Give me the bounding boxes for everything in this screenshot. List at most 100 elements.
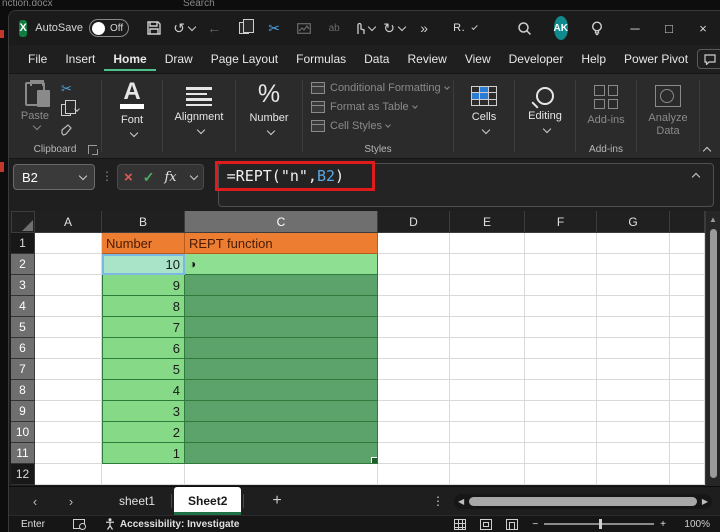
- cell-D11[interactable]: [378, 443, 450, 464]
- chevron-down-icon[interactable]: [471, 24, 478, 31]
- cell-B3[interactable]: 9: [102, 275, 185, 296]
- cell-G2[interactable]: [597, 254, 670, 275]
- cell-B10[interactable]: 2: [102, 422, 185, 443]
- cut-button[interactable]: ✂: [262, 16, 286, 40]
- cell-E2[interactable]: [450, 254, 525, 275]
- zoom-out-button[interactable]: −: [532, 519, 538, 530]
- cell-A2[interactable]: [35, 254, 102, 275]
- zoom-slider[interactable]: [544, 523, 654, 525]
- comments-button[interactable]: [697, 49, 720, 69]
- enter-icon[interactable]: ✓: [143, 169, 155, 186]
- cell-E10[interactable]: [450, 422, 525, 443]
- cell-D9[interactable]: [378, 401, 450, 422]
- sheet-tab-sheet2[interactable]: Sheet2: [174, 487, 241, 515]
- touch-mode-button[interactable]: [352, 16, 376, 40]
- tab-help[interactable]: Help: [572, 47, 615, 71]
- sheet-menu-dots[interactable]: ⋮: [432, 494, 444, 508]
- tab-page-layout[interactable]: Page Layout: [202, 47, 287, 71]
- row-header-5[interactable]: 5: [11, 317, 35, 338]
- cell-E8[interactable]: [450, 380, 525, 401]
- horizontal-scroll-thumb[interactable]: [469, 497, 697, 506]
- cell-D2[interactable]: [378, 254, 450, 275]
- cell-B12[interactable]: [102, 464, 185, 485]
- macro-record-icon[interactable]: [73, 519, 85, 529]
- cell-G12[interactable]: [597, 464, 670, 485]
- collapse-ribbon-icon[interactable]: [703, 147, 711, 155]
- cell-D5[interactable]: [378, 317, 450, 338]
- cell-B2[interactable]: 10: [102, 254, 185, 275]
- cell-G11[interactable]: [597, 443, 670, 464]
- cell-A12[interactable]: [35, 464, 102, 485]
- cell-G8[interactable]: [597, 380, 670, 401]
- tab-home[interactable]: Home: [104, 47, 155, 71]
- cell-C9[interactable]: [185, 401, 378, 422]
- cell-G5[interactable]: [597, 317, 670, 338]
- cell-F7[interactable]: [525, 359, 597, 380]
- undo-button[interactable]: ↺: [172, 16, 196, 40]
- minimize-button[interactable]: ─: [618, 13, 652, 43]
- autosave-toggle[interactable]: Off: [89, 19, 129, 37]
- font-button[interactable]: A Font: [106, 78, 158, 138]
- cell-G6[interactable]: [597, 338, 670, 359]
- cell-A5[interactable]: [35, 317, 102, 338]
- cell-G4[interactable]: [597, 296, 670, 317]
- document-title[interactable]: RE...: [453, 22, 465, 34]
- cell-D4[interactable]: [378, 296, 450, 317]
- zoom-in-button[interactable]: +: [660, 519, 666, 530]
- row-header-1[interactable]: 1: [11, 233, 35, 254]
- cell-F1[interactable]: [525, 233, 597, 254]
- alignment-button[interactable]: Alignment: [167, 78, 231, 135]
- column-header-D[interactable]: D: [378, 211, 450, 233]
- sheet-tab-sheet1[interactable]: sheet1: [105, 487, 169, 515]
- cells-button[interactable]: Cells: [458, 78, 510, 135]
- tab-view[interactable]: View: [456, 47, 500, 71]
- cell-E3[interactable]: [450, 275, 525, 296]
- cell-F4[interactable]: [525, 296, 597, 317]
- save-button[interactable]: [142, 16, 166, 40]
- cut-button-ribbon[interactable]: ✂: [61, 80, 72, 97]
- cell-D10[interactable]: [378, 422, 450, 443]
- cell-G1[interactable]: [597, 233, 670, 254]
- cell-C6[interactable]: [185, 338, 378, 359]
- cell-B1[interactable]: Number: [102, 233, 185, 254]
- cell-B6[interactable]: 6: [102, 338, 185, 359]
- cell-E7[interactable]: [450, 359, 525, 380]
- cell-B5[interactable]: 7: [102, 317, 185, 338]
- row-header-4[interactable]: 4: [11, 296, 35, 317]
- cell-C5[interactable]: [185, 317, 378, 338]
- cell-D6[interactable]: [378, 338, 450, 359]
- cell-B7[interactable]: 5: [102, 359, 185, 380]
- cell-B4[interactable]: 8: [102, 296, 185, 317]
- column-header-G[interactable]: G: [597, 211, 670, 233]
- cell-G7[interactable]: [597, 359, 670, 380]
- cell-A6[interactable]: [35, 338, 102, 359]
- cell-C3[interactable]: [185, 275, 378, 296]
- close-button[interactable]: ×: [686, 13, 720, 43]
- cell-F5[interactable]: [525, 317, 597, 338]
- cell-F12[interactable]: [525, 464, 597, 485]
- tab-data[interactable]: Data: [355, 47, 398, 71]
- tab-power-pivot[interactable]: Power Pivot: [615, 47, 697, 71]
- copy-button-ribbon[interactable]: [61, 101, 79, 118]
- accessibility-status[interactable]: Accessibility: Investigate: [105, 518, 240, 530]
- row-header-3[interactable]: 3: [11, 275, 35, 296]
- cell-C12[interactable]: [185, 464, 378, 485]
- row-header-6[interactable]: 6: [11, 338, 35, 359]
- select-all-corner[interactable]: [11, 211, 35, 233]
- cell-A8[interactable]: [35, 380, 102, 401]
- cell-A10[interactable]: [35, 422, 102, 443]
- cell-G10[interactable]: [597, 422, 670, 443]
- cancel-icon[interactable]: ×: [124, 169, 133, 186]
- page-break-view-icon[interactable]: [506, 519, 518, 530]
- cell-A11[interactable]: [35, 443, 102, 464]
- number-button[interactable]: % Number: [240, 78, 298, 136]
- search-button[interactable]: [513, 16, 537, 40]
- cell-E12[interactable]: [450, 464, 525, 485]
- cell-C4[interactable]: [185, 296, 378, 317]
- cell-F2[interactable]: [525, 254, 597, 275]
- cell-F3[interactable]: [525, 275, 597, 296]
- clipboard-dialog-launcher-icon[interactable]: [88, 145, 97, 154]
- tab-draw[interactable]: Draw: [156, 47, 202, 71]
- cell-B8[interactable]: 4: [102, 380, 185, 401]
- vertical-scroll-thumb[interactable]: [710, 229, 717, 478]
